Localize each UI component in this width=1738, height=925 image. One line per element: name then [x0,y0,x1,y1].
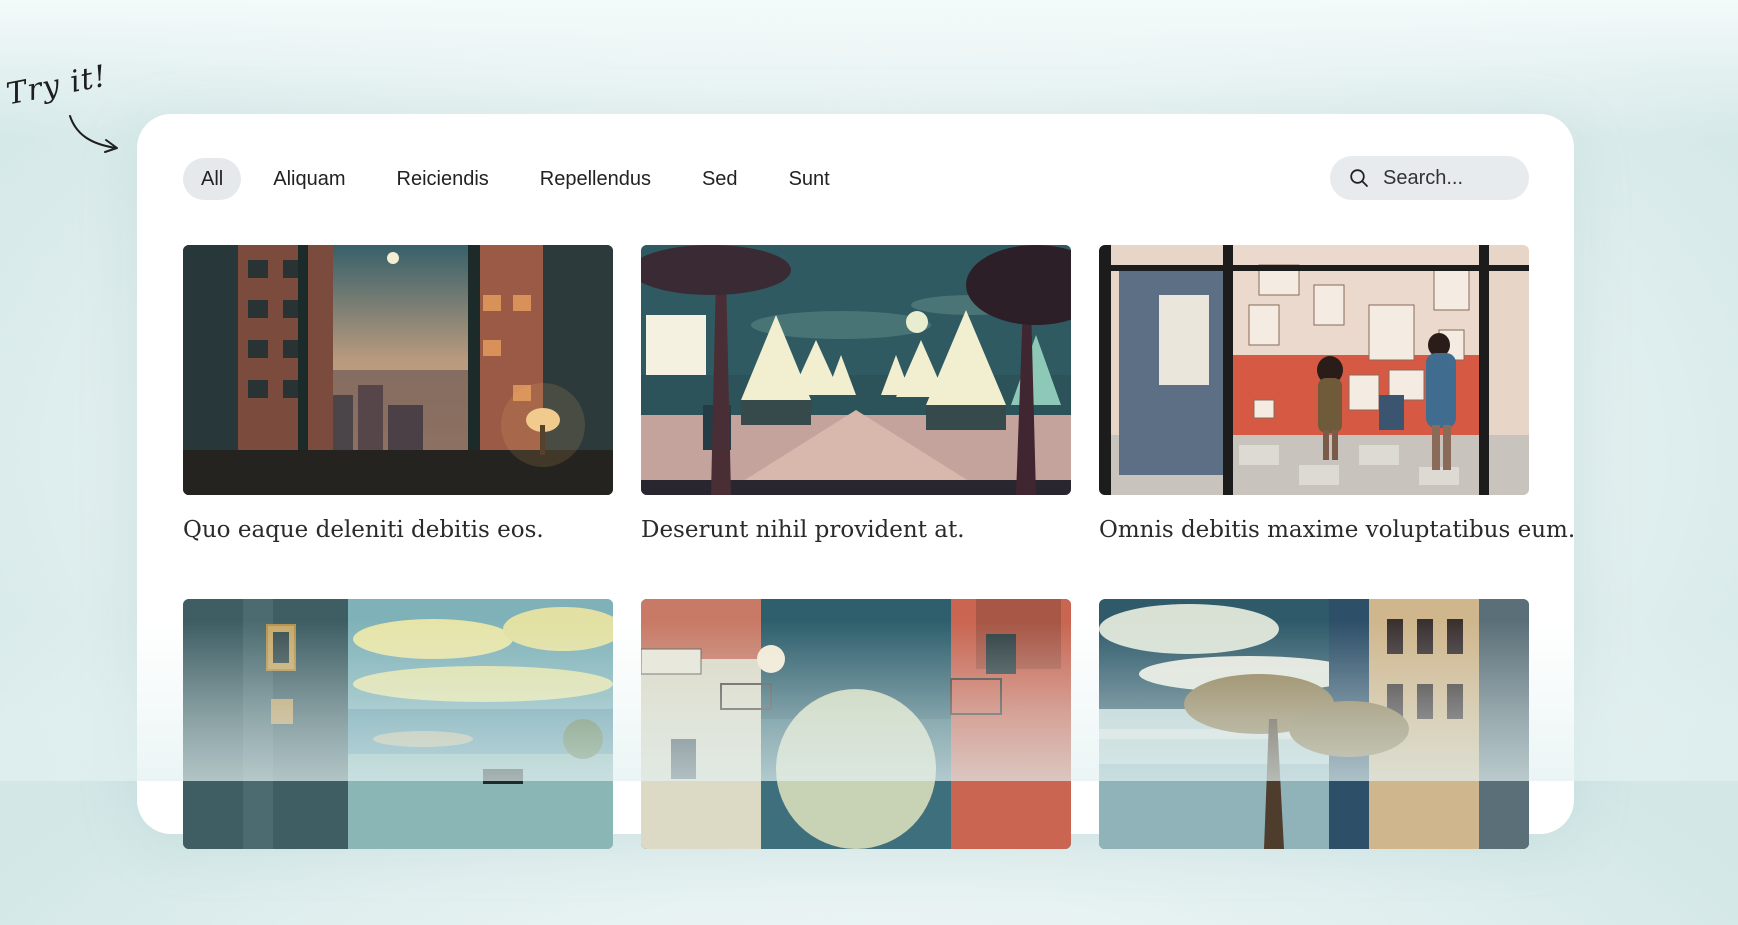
gallery-card: All Aliquam Reiciendis Repellendus Sed S… [137,114,1575,849]
search-icon [1350,169,1368,187]
gallery-image[interactable] [641,599,1071,849]
gallery-image[interactable] [1099,245,1529,495]
gallery-item-caption [641,871,1071,925]
gallery-image[interactable] [641,245,1071,495]
gallery-grid: Quo eaque deleniti debitis eos. Deserunt… [183,245,1576,925]
try-it-text: Try it! [3,58,110,113]
filter-chip-reiciendis[interactable]: Reiciendis [378,158,508,200]
gallery-item[interactable] [183,599,613,925]
filter-chip-aliquam[interactable]: Aliquam [254,158,364,200]
gallery-item-caption [183,871,613,925]
filter-chip-sed[interactable]: Sed [683,158,757,200]
gallery-item[interactable]: Deserunt nihil provident at. [641,245,1071,571]
gallery-image[interactable] [1099,599,1529,849]
filter-chip-sunt[interactable]: Sunt [770,158,849,200]
filter-bar: All Aliquam Reiciendis Repellendus Sed S… [183,157,862,201]
gallery-item-caption [1099,871,1529,925]
gallery-item[interactable] [1099,599,1529,925]
gallery-item-caption: Quo eaque deleniti debitis eos. [183,517,544,543]
curved-arrow-icon [69,115,118,153]
search-box[interactable] [1330,156,1529,200]
gallery-item-caption: Deserunt nihil provident at. [641,517,965,543]
filter-chip-repellendus[interactable]: Repellendus [521,158,670,200]
gallery-image[interactable] [183,245,613,495]
gallery-item-caption: Omnis debitis maxime voluptatibus eum. [1099,517,1576,543]
try-it-annotation: Try it! [3,58,126,160]
gallery-item[interactable]: Omnis debitis maxime voluptatibus eum. [1099,245,1576,571]
gallery-image[interactable] [183,599,613,849]
filter-chip-all[interactable]: All [183,158,242,200]
gallery-item[interactable] [641,599,1071,925]
gallery-item[interactable]: Quo eaque deleniti debitis eos. [183,245,613,571]
search-input[interactable] [1381,165,1515,191]
